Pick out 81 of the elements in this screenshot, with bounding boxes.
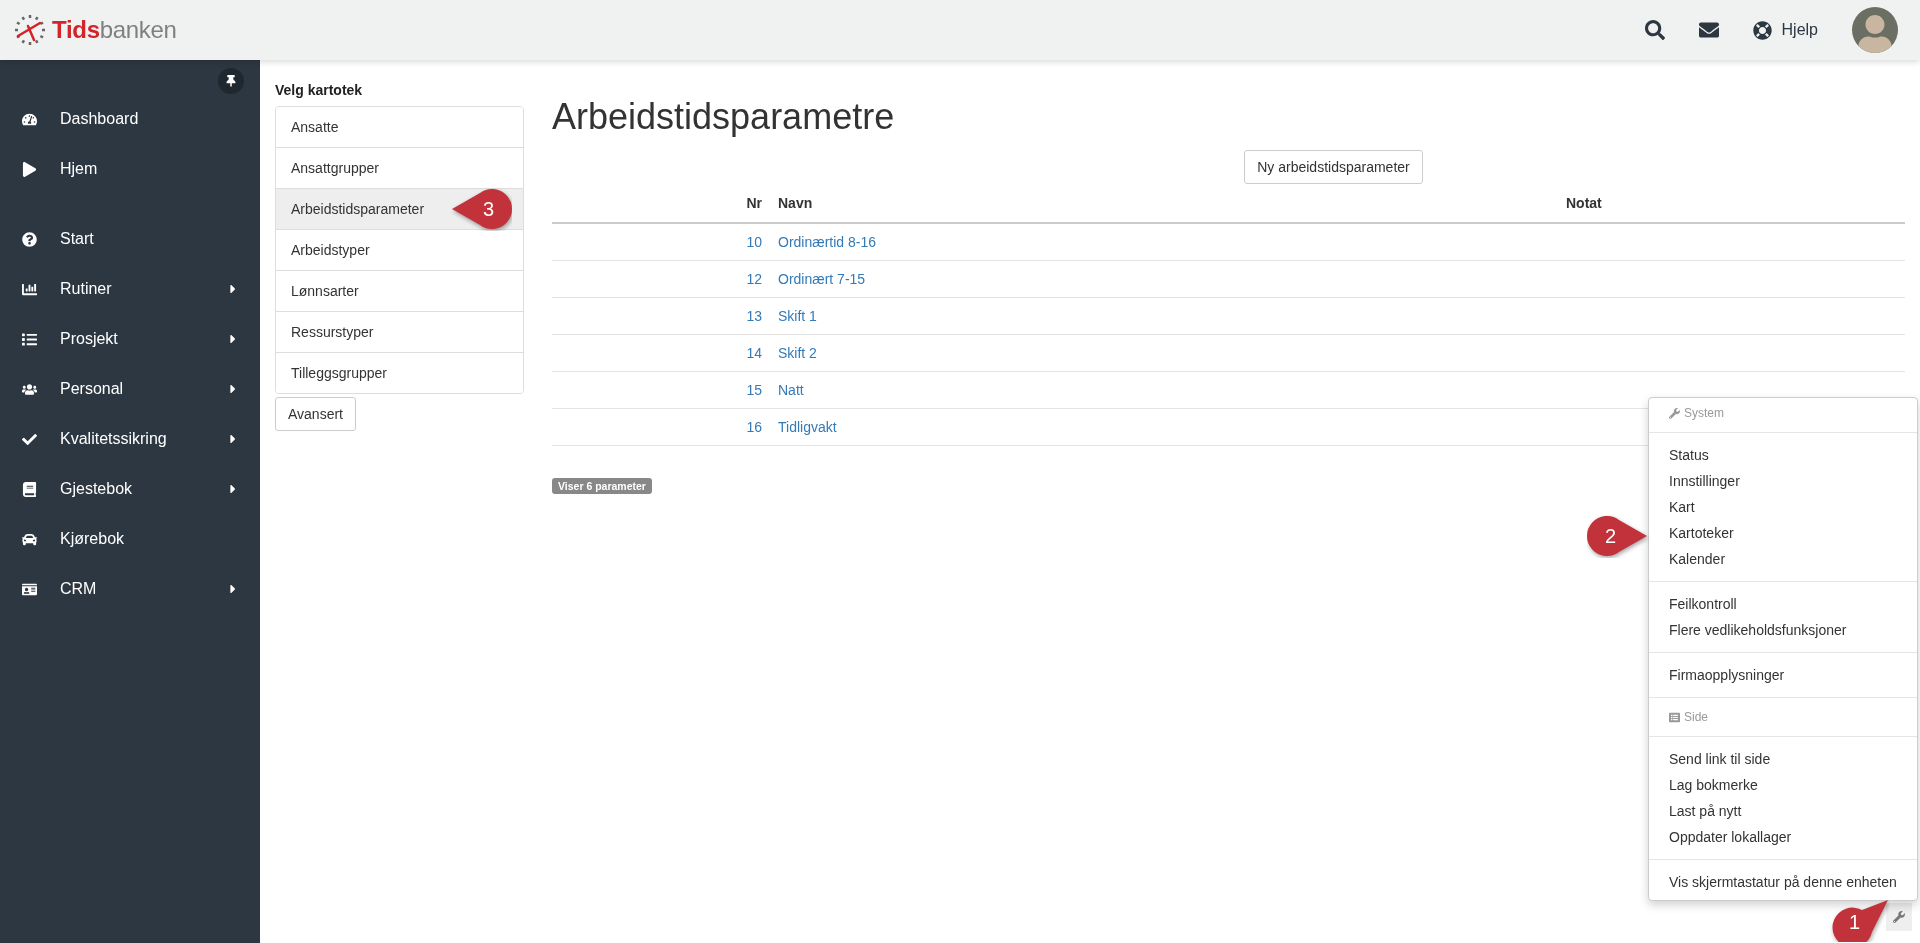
list-icon <box>1669 711 1680 723</box>
sidebar-item-label: Kjørebok <box>60 530 126 548</box>
section-title: Velg kartotek <box>275 82 363 98</box>
menu-item[interactable]: Vis skjermtastatur på denne enheten <box>1649 869 1917 895</box>
sidebar-item[interactable]: Personal <box>0 364 260 414</box>
count-badge: Viser 6 parameter <box>552 478 652 494</box>
menu-item[interactable]: Send link til side <box>1649 746 1917 772</box>
wrench-icon <box>1669 407 1680 419</box>
menu-item-icon <box>22 431 37 447</box>
sidebar-item[interactable]: Rutiner <box>0 264 260 314</box>
sidebar-item-label: Hjem <box>60 160 99 178</box>
name-link[interactable]: Ordinært 7-15 <box>770 271 874 287</box>
name-link[interactable]: Skift 2 <box>770 345 825 361</box>
menu-item[interactable]: Firmaopplysninger <box>1649 662 1917 688</box>
number-link[interactable]: 14 <box>738 345 770 361</box>
wrench-icon <box>1893 911 1905 923</box>
sidebar-item-label: CRM <box>60 580 98 598</box>
menu-item[interactable]: Flere vedlikeholdsfunksjoner <box>1649 617 1917 643</box>
menu-item-icon <box>22 231 37 247</box>
name-link[interactable]: Ordinærtid 8-16 <box>770 234 885 250</box>
menu-item[interactable]: Lag bokmerke <box>1649 772 1917 798</box>
sidebar-item-label: Gjestebok <box>60 480 134 498</box>
sidebar-item[interactable]: Dashboard <box>0 94 260 144</box>
menu-item-icon <box>22 161 37 177</box>
menu-item-icon <box>22 481 37 497</box>
number-link[interactable]: 12 <box>738 271 770 287</box>
sidebar-item-label: Prosjekt <box>60 330 119 348</box>
search-icon[interactable] <box>1644 20 1665 40</box>
new-button[interactable]: Ny arbeidstidsparameter <box>1244 150 1423 184</box>
page-title: Arbeidstidsparametre <box>552 96 896 136</box>
wrench-button[interactable] <box>1886 903 1912 931</box>
menu-item[interactable]: Kartoteker <box>1649 520 1917 546</box>
menu-item-icon <box>22 531 37 547</box>
sidebar-item[interactable]: Kvalitetssikring <box>0 414 260 464</box>
column-header: Nr <box>745 195 763 211</box>
menu-item-icon <box>22 381 37 397</box>
name-link[interactable]: Natt <box>770 382 812 398</box>
menu-heading: System <box>1684 406 1724 420</box>
callout-badge: 3 <box>450 187 512 231</box>
column-header: Notat <box>1565 195 1603 211</box>
advanced-button[interactable]: Avansert <box>275 397 356 431</box>
sidebar-item-label: Start <box>60 230 95 248</box>
menu-item[interactable]: Feilkontroll <box>1649 591 1917 617</box>
avatar[interactable] <box>1852 7 1898 53</box>
name-link[interactable]: Skift 1 <box>770 308 825 324</box>
column-header: Navn <box>777 195 814 211</box>
sidebar-item[interactable]: Hjem <box>0 144 260 194</box>
list-item[interactable]: Tilleggsgrupper <box>276 352 523 393</box>
menu-item[interactable]: Last på nytt <box>1649 798 1917 824</box>
sidebar-item[interactable]: Gjestebok <box>0 464 260 514</box>
number-link[interactable]: 13 <box>738 308 770 324</box>
lifebuoy-icon <box>1752 20 1772 40</box>
clock-logo-icon <box>14 14 46 46</box>
pin-icon <box>225 75 237 87</box>
help-link[interactable]: Hjelp <box>1752 20 1818 40</box>
number-link[interactable]: 15 <box>738 382 770 398</box>
sidebar-item-label: Rutiner <box>60 280 113 298</box>
name-link[interactable]: Tidligvakt <box>770 419 845 435</box>
pin-button[interactable] <box>218 68 244 94</box>
sidebar-item-label: Personal <box>60 380 125 398</box>
number-link[interactable]: 10 <box>738 234 770 250</box>
menu-item[interactable]: Innstillinger <box>1649 468 1917 494</box>
number-link[interactable]: 16 <box>738 419 770 435</box>
menu-item[interactable]: Kart <box>1649 494 1917 520</box>
sidebar-item-label: Dashboard <box>60 110 140 128</box>
menu-item-icon <box>22 331 37 347</box>
envelope-icon[interactable] <box>1698 20 1719 40</box>
menu-item[interactable]: Kalender <box>1649 546 1917 572</box>
sidebar-item-label: Kvalitetssikring <box>60 430 168 448</box>
callout-badge: 2 <box>1587 514 1649 558</box>
menu-item-icon <box>22 111 37 127</box>
menu-item-icon <box>22 281 37 297</box>
sidebar-item[interactable]: Prosjekt <box>0 314 260 364</box>
menu-heading: Side <box>1684 710 1709 724</box>
menu-item-icon <box>22 581 37 597</box>
sidebar-item[interactable]: CRM <box>0 564 260 614</box>
sidebar-item[interactable]: Start <box>0 214 260 264</box>
sidebar-item[interactable]: Kjørebok <box>0 514 260 564</box>
menu-item[interactable]: Oppdater lokallager <box>1649 824 1917 850</box>
brand-name: Tidsbanken <box>52 16 177 44</box>
menu-item[interactable]: Status <box>1649 442 1917 468</box>
